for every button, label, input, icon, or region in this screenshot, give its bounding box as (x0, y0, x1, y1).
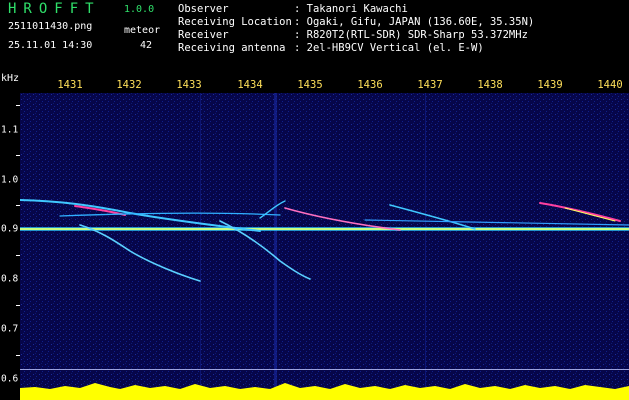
minute-label: 1437 (417, 79, 443, 91)
info-value: : Ogaki, Gifu, JAPAN (136.60E, 35.35N) (294, 16, 535, 28)
freq-tick-label: 0.9 (1, 223, 19, 235)
header-panel: HROFFT 1.0.0 2511011430.png 25.11.01 14:… (0, 0, 629, 78)
info-value: : 2el-HB9CV Vertical (el. E-W) (294, 42, 484, 54)
minute-label: 1436 (357, 79, 383, 91)
reference-line (20, 369, 629, 370)
info-key: Receiving Location (178, 16, 292, 28)
freq-tick-label: 1.1 (1, 124, 19, 136)
interference-column (200, 93, 201, 400)
interference-column (425, 93, 426, 400)
carrier-halo (20, 230, 629, 231)
info-key: Observer (178, 3, 229, 15)
info-value: : R820T2(RTL-SDR) SDR-Sharp 53.372MHz (294, 29, 528, 41)
info-row-antenna: Receiving antenna : 2el-HB9CV Vertical (e… (178, 42, 534, 55)
minute-axis: 1431 1432 1433 1434 1435 1436 1437 1438 … (0, 79, 629, 91)
spectrogram-image (20, 93, 629, 400)
info-row-receiver: Receiver : R820T2(RTL-SDR) SDR-Sharp 53.3… (178, 29, 534, 42)
minute-label: 1433 (176, 79, 202, 91)
meteor-count: 42 (140, 40, 153, 51)
interference-column (274, 93, 277, 400)
freq-tick-label: 0.6 (1, 373, 19, 385)
spectrogram (20, 93, 629, 400)
freq-tick-label: 1.0 (1, 174, 19, 186)
info-value: : Takanori Kawachi (294, 3, 408, 15)
minute-label: 1431 (57, 79, 83, 91)
timestamp: 25.11.01 14:30 (8, 40, 93, 51)
freq-tick-label: 0.8 (1, 273, 19, 285)
file-name: 2511011430.png (8, 21, 93, 32)
freq-axis: 1.1 1.0 0.9 0.8 0.7 0.6 (0, 0, 20, 400)
minute-label: 1435 (297, 79, 323, 91)
info-key: Receiving antenna (178, 42, 286, 54)
station-info: Observer : Takanori Kawachi Receiving Loc… (178, 3, 534, 55)
carrier-halo (20, 227, 629, 228)
noise-background (20, 93, 629, 400)
app-version: 1.0.0 (124, 4, 155, 15)
info-key: Receiver (178, 29, 229, 41)
minute-label: 1440 (597, 79, 623, 91)
info-row-observer: Observer : Takanori Kawachi (178, 3, 534, 16)
minute-label: 1434 (237, 79, 263, 91)
minute-label: 1432 (116, 79, 142, 91)
app-title: HROFFT (8, 1, 101, 17)
freq-tick-label: 0.7 (1, 323, 19, 335)
carrier-line (20, 228, 629, 230)
info-row-location: Receiving Location: Ogaki, Gifu, JAPAN (… (178, 16, 534, 29)
meteor-label: meteor (124, 25, 161, 36)
minute-label: 1438 (477, 79, 503, 91)
minute-label: 1439 (537, 79, 563, 91)
